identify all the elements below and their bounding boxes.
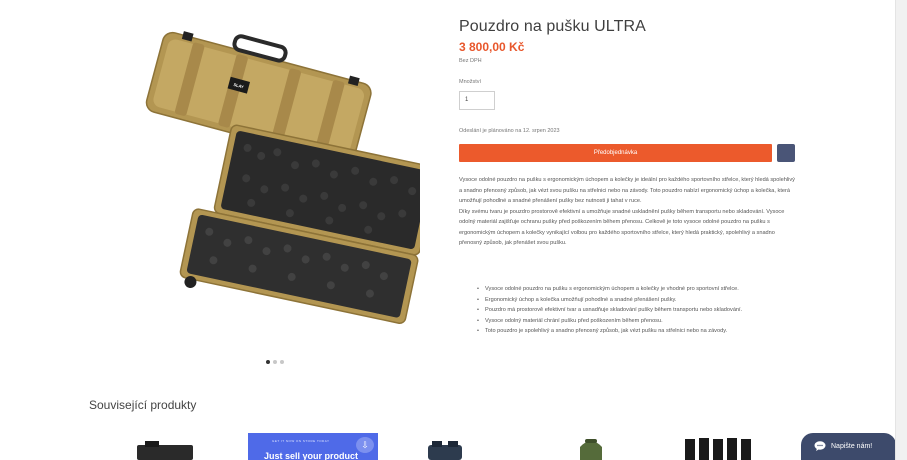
download-icon[interactable]: ⇩ xyxy=(356,437,374,453)
gallery-dots xyxy=(266,360,284,364)
product-thumbnail-icon xyxy=(137,441,193,460)
product-info: Pouzdro na pušku ULTRA 3 800,00 Kč Bez D… xyxy=(459,18,797,336)
quantity-input[interactable]: 1 xyxy=(459,91,495,110)
promo-small-text: GET IT NOW ON STORE TODAY xyxy=(272,439,330,443)
product-thumbnail-icon xyxy=(685,438,751,460)
product-description: Vysoce odolné pouzdro na pušku s ergonom… xyxy=(459,175,797,249)
chat-button[interactable]: Napište nám! xyxy=(801,433,896,460)
chat-bubble-icon xyxy=(814,441,826,451)
gallery-dot[interactable] xyxy=(280,360,284,364)
page-scrollbar[interactable] xyxy=(895,0,907,460)
product-image[interactable]: SLAY xyxy=(130,30,438,325)
vat-note: Bez DPH xyxy=(459,58,482,64)
promo-card[interactable]: GET IT NOW ON STORE TODAY Just sell your… xyxy=(248,433,378,460)
wishlist-button[interactable] xyxy=(777,144,795,162)
list-item: Ergonomický úchop a kolečka umožňují poh… xyxy=(477,295,795,306)
preorder-button[interactable]: Předobjednávka xyxy=(459,144,772,162)
list-item: Pouzdro má prostorově efektivní tvar a u… xyxy=(477,305,795,316)
related-product-card[interactable] xyxy=(133,433,197,460)
related-products-title: Související produkty xyxy=(89,398,197,412)
quantity-label: Množství xyxy=(459,79,482,85)
list-item: Vysoce odolný materiál chrání pušku před… xyxy=(477,316,795,327)
gallery-dot[interactable] xyxy=(273,360,277,364)
product-thumbnail-icon xyxy=(428,441,462,460)
list-item: Vysoce odolné pouzdro na pušku s ergonom… xyxy=(477,284,795,295)
description-paragraph-2: Díky svému tvaru je pouzdro prostorově e… xyxy=(459,208,785,247)
related-product-card[interactable] xyxy=(566,433,616,460)
rifle-case-image: SLAY xyxy=(145,31,438,325)
description-paragraph: Vysoce odolné pouzdro na pušku s ergonom… xyxy=(459,177,795,204)
product-title: Pouzdro na pušku ULTRA xyxy=(459,18,646,35)
feature-list: Vysoce odolné pouzdro na pušku s ergonom… xyxy=(477,284,795,337)
chat-label: Napište nám! xyxy=(831,443,873,450)
product-price: 3 800,00 Kč xyxy=(459,40,525,54)
shipping-note: Odeslání je plánováno na 12. srpen 2023 xyxy=(459,128,560,134)
promo-headline: Just sell your product xyxy=(264,451,359,460)
gallery-dot[interactable] xyxy=(266,360,270,364)
list-item: Toto pouzdro je spolehlivý a snadno přen… xyxy=(477,326,795,337)
related-product-card[interactable] xyxy=(420,433,470,460)
product-thumbnail-icon xyxy=(580,439,602,460)
related-product-card[interactable] xyxy=(667,433,777,460)
